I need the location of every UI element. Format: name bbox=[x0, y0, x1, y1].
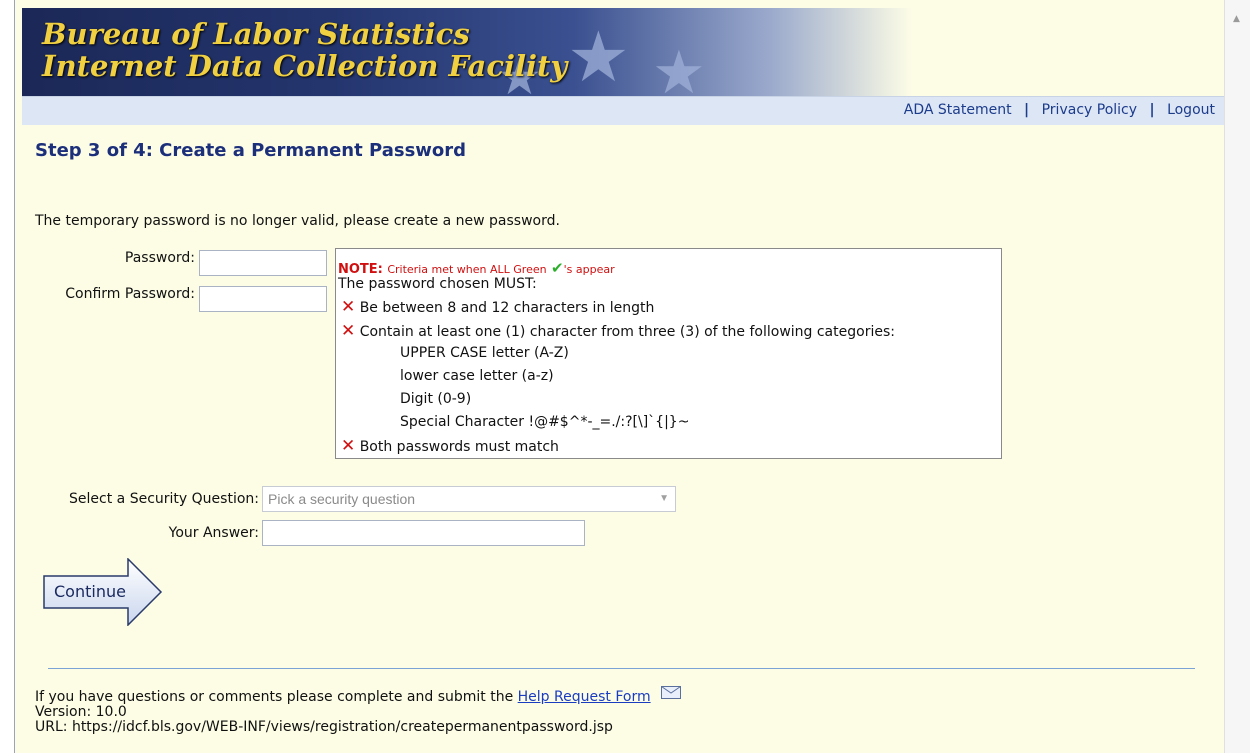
banner-title-line2: Internet Data Collection Facility bbox=[42, 49, 568, 83]
url-text: URL: https://idcf.bls.gov/WEB-INF/views/… bbox=[35, 719, 613, 735]
red-x-icon: ✕ bbox=[341, 436, 356, 456]
nav-separator: | bbox=[1024, 102, 1030, 118]
continue-button[interactable]: Continue bbox=[43, 557, 163, 627]
category-digit: Digit (0-9) bbox=[400, 391, 472, 407]
site-banner: ★ ★ ★ Bureau of Labor Statistics Interne… bbox=[15, 8, 1225, 96]
confirm-password-input[interactable] bbox=[199, 286, 327, 312]
security-question-label: Select a Security Question: bbox=[69, 491, 259, 507]
green-check-icon: ✔ bbox=[551, 259, 564, 277]
intro-text: The temporary password is no longer vali… bbox=[35, 213, 560, 229]
category-lower: lower case letter (a-z) bbox=[400, 368, 554, 384]
rule-categories-text: Contain at least one (1) character from … bbox=[359, 324, 895, 340]
security-question-select[interactable]: Pick a security question ▼ bbox=[262, 486, 676, 512]
nav-separator: | bbox=[1149, 102, 1155, 118]
help-request-form-link[interactable]: Help Request Form bbox=[518, 689, 651, 705]
password-label: Password: bbox=[124, 250, 195, 266]
scroll-up-arrow-icon[interactable]: ▲ bbox=[1233, 14, 1240, 24]
password-input[interactable] bbox=[199, 250, 327, 276]
confirm-password-label: Confirm Password: bbox=[65, 286, 195, 302]
rule-match-text: Both passwords must match bbox=[359, 439, 559, 455]
security-question-placeholder: Pick a security question bbox=[268, 491, 416, 507]
red-x-icon: ✕ bbox=[341, 321, 356, 341]
rule-length-text: Be between 8 and 12 characters in length bbox=[359, 300, 655, 316]
category-special: Special Character !@#$^*-_=./:?[\]`{|}~ bbox=[400, 414, 690, 430]
criteria-rule-length: ✕ Be between 8 and 12 characters in leng… bbox=[341, 297, 654, 317]
criteria-note: NOTE: Criteria met when ALL Green ✔'s ap… bbox=[338, 259, 615, 277]
page-title: Step 3 of 4: Create a Permanent Password bbox=[35, 140, 467, 161]
chevron-down-icon: ▼ bbox=[659, 493, 669, 504]
criteria-rule-categories: ✕ Contain at least one (1) character fro… bbox=[341, 321, 895, 341]
star-icon: ★ bbox=[567, 16, 630, 96]
version-text: Version: 10.0 bbox=[35, 704, 127, 720]
note-text: Criteria met when ALL Green bbox=[387, 263, 547, 276]
help-text: If you have questions or comments please… bbox=[35, 689, 514, 705]
logout-link[interactable]: Logout bbox=[1167, 102, 1215, 118]
nav-links: ADA Statement | Privacy Policy | Logout bbox=[904, 102, 1215, 118]
your-answer-label: Your Answer: bbox=[168, 525, 259, 541]
page-footer: If you have questions or comments please… bbox=[35, 686, 682, 735]
envelope-icon bbox=[661, 686, 682, 699]
banner-image: ★ ★ ★ Bureau of Labor Statistics Interne… bbox=[22, 8, 912, 96]
continue-label: Continue bbox=[54, 582, 126, 601]
nav-strip: ADA Statement | Privacy Policy | Logout bbox=[22, 96, 1225, 125]
ada-statement-link[interactable]: ADA Statement bbox=[904, 102, 1012, 118]
help-line: If you have questions or comments please… bbox=[35, 686, 682, 705]
password-criteria-box: NOTE: Criteria met when ALL Green ✔'s ap… bbox=[335, 248, 1002, 459]
page-frame: ★ ★ ★ Bureau of Labor Statistics Interne… bbox=[14, 0, 1225, 753]
star-icon: ★ bbox=[652, 38, 706, 96]
mail-icon[interactable] bbox=[661, 686, 682, 699]
banner-title: Bureau of Labor Statistics Internet Data… bbox=[42, 18, 567, 82]
divider bbox=[48, 668, 1195, 669]
criteria-rule-match: ✕ Both passwords must match bbox=[341, 436, 559, 456]
security-answer-input[interactable] bbox=[262, 520, 585, 546]
note-text-suffix: 's appear bbox=[563, 263, 615, 276]
criteria-heading: The password chosen MUST: bbox=[338, 276, 537, 292]
category-upper: UPPER CASE letter (A-Z) bbox=[400, 345, 569, 361]
note-label: NOTE: bbox=[338, 262, 383, 277]
red-x-icon: ✕ bbox=[341, 297, 356, 317]
vertical-scrollbar[interactable]: ▲ bbox=[1224, 0, 1250, 753]
banner-title-line1: Bureau of Labor Statistics bbox=[42, 17, 470, 51]
privacy-policy-link[interactable]: Privacy Policy bbox=[1042, 102, 1137, 118]
